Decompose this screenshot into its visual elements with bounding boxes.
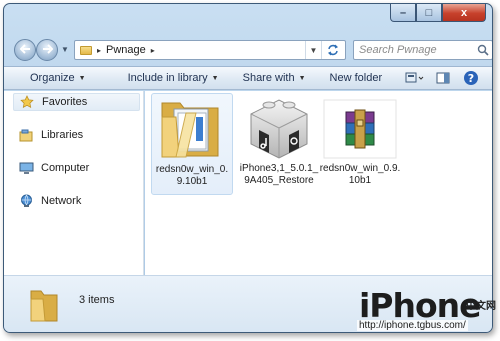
- back-button[interactable]: [14, 39, 36, 61]
- file-item[interactable]: redsn0w_win_0.9.10b1: [151, 93, 233, 195]
- sidebar-item-computer[interactable]: Computer: [18, 159, 89, 177]
- search-input[interactable]: Search Pwnage: [353, 40, 492, 60]
- folder-icon: [28, 287, 60, 323]
- refresh-icon: [327, 44, 338, 56]
- svg-text:?: ?: [468, 72, 474, 85]
- preview-pane-button[interactable]: [432, 69, 454, 87]
- watermark: iPhone 中文网 http://iphone.tgbus.com/: [355, 289, 500, 341]
- help-button[interactable]: ?: [460, 69, 482, 87]
- computer-icon: [18, 161, 34, 175]
- arrow-right-icon: [42, 43, 53, 57]
- preview-pane-icon: [436, 72, 450, 84]
- sidebar-item-label: Computer: [41, 162, 90, 174]
- new-folder-button[interactable]: New folder: [326, 68, 387, 88]
- new-folder-label: New folder: [329, 72, 383, 84]
- chevron-down-icon: ▼: [211, 74, 219, 82]
- sidebar-item-label: Libraries: [41, 129, 84, 141]
- help-icon: ?: [464, 71, 478, 85]
- forward-button[interactable]: [36, 39, 58, 61]
- file-name: redsn0w_win_0.9.10b1: [319, 163, 401, 186]
- file-name: redsn0w_win_0.9.10b1: [155, 164, 229, 187]
- breadcrumb-pwnage[interactable]: Pwnage: [106, 44, 146, 56]
- close-button[interactable]: x: [442, 4, 486, 22]
- file-item[interactable]: iPhone3,1_5.0.1_9A405_Restore: [238, 93, 320, 195]
- library-icon: [18, 128, 34, 142]
- share-with-button[interactable]: Share with ▼: [239, 68, 310, 88]
- sidebar-item-libraries[interactable]: Libraries: [18, 126, 83, 144]
- sidebar-item-network[interactable]: Network: [18, 192, 81, 210]
- folder-icon: [80, 45, 92, 55]
- explorer-window: – □ x ▼ ▸ Pwnage ▸ ▼ Search Pwnage Organ…: [3, 3, 493, 333]
- recent-pages-dropdown[interactable]: ▼: [61, 45, 69, 54]
- include-in-library-label: Include in library: [127, 72, 208, 84]
- sidebar-item-label: Favorites: [42, 96, 88, 108]
- command-bar: Organize ▼ Include in library ▼ Share wi…: [4, 66, 492, 90]
- organize-label: Organize: [30, 72, 75, 84]
- itunes-restore-icon: [241, 96, 317, 160]
- change-view-button[interactable]: [404, 69, 426, 87]
- chevron-down-icon: ▼: [78, 74, 86, 82]
- winrar-archive-icon: [322, 96, 398, 160]
- watermark-url: http://iphone.tgbus.com/: [357, 320, 468, 331]
- address-bar[interactable]: ▸ Pwnage ▸ ▼: [74, 40, 346, 60]
- maximize-button[interactable]: □: [416, 4, 442, 22]
- view-icon: [405, 72, 424, 83]
- organize-button[interactable]: Organize ▼: [26, 68, 90, 88]
- item-count: 3 items: [79, 294, 115, 306]
- breadcrumb-separator[interactable]: ▸: [97, 46, 101, 55]
- sidebar-item-label: Network: [41, 195, 82, 207]
- address-dropdown-button[interactable]: ▼: [305, 41, 321, 59]
- sidebar-item-favorites[interactable]: Favorites: [13, 93, 140, 111]
- folder-icon: [154, 97, 230, 161]
- file-item[interactable]: redsn0w_win_0.9.10b1: [319, 93, 401, 195]
- arrow-left-icon: [19, 43, 31, 57]
- watermark-logo: iPhone: [359, 286, 482, 325]
- share-with-label: Share with: [242, 72, 295, 84]
- watermark-cn-text: 中文网: [466, 301, 496, 312]
- network-icon: [18, 194, 34, 208]
- navigation-row: ▼ ▸ Pwnage ▸ ▼ Search Pwnage: [14, 39, 492, 63]
- star-icon: [19, 95, 35, 109]
- breadcrumb-separator[interactable]: ▸: [151, 46, 155, 55]
- refresh-button[interactable]: [321, 41, 343, 59]
- chevron-down-icon: ▼: [298, 74, 306, 82]
- file-name: iPhone3,1_5.0.1_9A405_Restore: [239, 163, 319, 186]
- caption-buttons: – □ x: [390, 4, 486, 22]
- navigation-pane: Favorites Libraries Computer Network: [4, 91, 144, 275]
- minimize-button[interactable]: –: [390, 4, 416, 22]
- include-in-library-button[interactable]: Include in library ▼: [124, 68, 223, 88]
- search-placeholder: Search Pwnage: [359, 44, 437, 56]
- file-list: redsn0w_win_0.9.10b1 iPhone3,1_5.0.1_9A4…: [145, 91, 492, 275]
- search-icon[interactable]: [474, 44, 492, 56]
